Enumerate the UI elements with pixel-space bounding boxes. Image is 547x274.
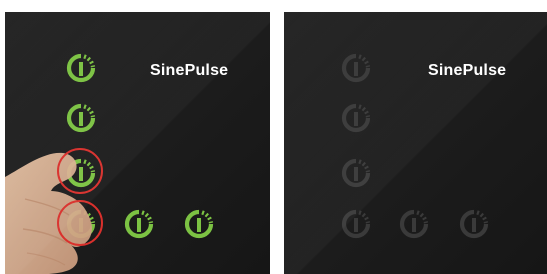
power-icon	[184, 209, 214, 239]
active-panel: SinePulse	[5, 12, 270, 274]
app-title: SinePulse	[150, 62, 229, 79]
power-icon	[124, 209, 154, 239]
power-icon	[66, 103, 96, 133]
comparison-screenshot: SinePulse SinePulse	[0, 0, 547, 274]
power-button-6[interactable]	[183, 208, 215, 240]
power-button-3[interactable]	[340, 157, 372, 189]
power-button-2[interactable]	[340, 102, 372, 134]
power-icon	[341, 158, 371, 188]
power-button-2[interactable]	[65, 102, 97, 134]
power-icon	[341, 103, 371, 133]
touch-indicator-2	[57, 200, 103, 246]
power-icon	[399, 209, 429, 239]
power-button-4[interactable]	[340, 208, 372, 240]
inactive-panel: SinePulse	[284, 12, 547, 274]
touch-indicator-1	[57, 148, 103, 194]
power-icon	[66, 53, 96, 83]
power-button-1[interactable]	[65, 52, 97, 84]
power-button-5[interactable]	[398, 208, 430, 240]
power-icon	[341, 53, 371, 83]
power-button-6[interactable]	[458, 208, 490, 240]
power-icon	[459, 209, 489, 239]
power-icon	[341, 209, 371, 239]
power-button-1[interactable]	[340, 52, 372, 84]
power-button-5[interactable]	[123, 208, 155, 240]
app-title: SinePulse	[428, 62, 507, 79]
